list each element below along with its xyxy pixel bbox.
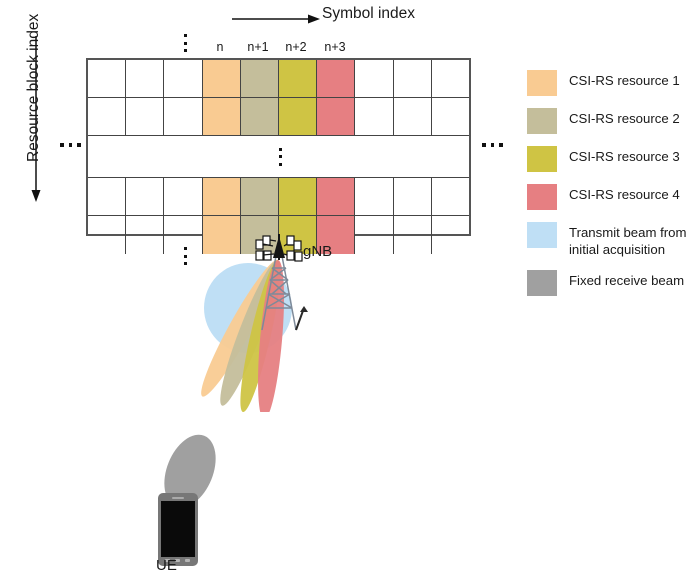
ellipsis-top [184, 34, 187, 52]
legend-item-csi-rs-4: CSI-RS resource 4 [527, 184, 699, 222]
grid-cell-empty[interactable] [432, 98, 469, 135]
grid-cell-csi-rs-3[interactable] [279, 60, 318, 97]
grid-cell-empty[interactable] [88, 60, 127, 97]
column-label-n-plus-2: n+2 [285, 40, 307, 54]
grid-cell-empty[interactable] [164, 60, 203, 97]
legend-label-csi-rs-1: CSI-RS resource 1 [569, 73, 680, 88]
grid-cell-empty[interactable] [355, 98, 394, 135]
grid-cell-csi-rs-3[interactable] [279, 98, 318, 135]
legend-swatch-csi-rs-2 [527, 108, 557, 134]
grid-cell-csi-rs-2[interactable] [240, 178, 280, 215]
grid-cell-csi-rs-4[interactable] [317, 98, 356, 135]
grid-cell-empty[interactable] [126, 178, 165, 215]
grid-cell-empty[interactable] [126, 216, 165, 254]
grid-cell-csi-rs-1[interactable] [202, 60, 241, 97]
legend-swatch-fixed-receive-beam [527, 270, 557, 296]
legend-swatch-csi-rs-3 [527, 146, 557, 172]
grid-cell-empty[interactable] [164, 178, 203, 215]
figure-canvas: Symbol index Resource block index n n+1 … [0, 0, 700, 581]
ellipsis-grid-middle [88, 136, 469, 177]
antenna-array-icon [255, 234, 303, 262]
resource-grid [86, 58, 471, 254]
column-label-n-plus-3: n+3 [324, 40, 346, 54]
grid-cell-empty[interactable] [355, 60, 394, 97]
grid-cell-empty[interactable] [164, 98, 203, 135]
grid-cell-csi-rs-3[interactable] [279, 178, 318, 215]
legend-item-csi-rs-2: CSI-RS resource 2 [527, 108, 699, 146]
ue-illustration [158, 434, 216, 566]
grid-cell-empty[interactable] [394, 60, 432, 97]
grid-cell-empty[interactable] [355, 178, 394, 215]
legend-item-csi-rs-3: CSI-RS resource 3 [527, 146, 699, 184]
grid-cell-empty[interactable] [394, 216, 432, 254]
legend-label-initial-acquisition-beam: Transmit beam from initial acquisition [569, 225, 687, 257]
grid-cell-csi-rs-4[interactable] [317, 178, 356, 215]
legend-label-csi-rs-3: CSI-RS resource 3 [569, 149, 680, 164]
table-row [88, 60, 469, 98]
resource-block-index-axis-label: Resource block index [25, 13, 42, 162]
legend-item-fixed-receive-beam: Fixed receive beam [527, 270, 699, 308]
grid-cell-empty[interactable] [432, 216, 469, 254]
gnb-label: gNB [303, 243, 333, 260]
grid-cell-csi-rs-1[interactable] [202, 178, 241, 215]
grid-cell-empty[interactable] [394, 178, 432, 215]
grid-cell-empty[interactable] [88, 216, 127, 254]
legend-label-csi-rs-4: CSI-RS resource 4 [569, 187, 680, 202]
ellipsis-left [60, 143, 81, 147]
legend-swatch-csi-rs-1 [527, 70, 557, 96]
grid-cell-csi-rs-4[interactable] [317, 60, 356, 97]
ue-label: UE [156, 557, 177, 574]
table-row-ellipsis [88, 136, 469, 178]
grid-cell-empty[interactable] [432, 60, 469, 97]
table-row [88, 98, 469, 136]
ellipsis-right [482, 143, 503, 147]
grid-cell-csi-rs-1[interactable] [202, 98, 241, 135]
smartphone-icon [158, 493, 198, 566]
resource-block-axis-group: Resource block index [25, 4, 65, 204]
grid-cell-empty[interactable] [88, 178, 127, 215]
symbol-index-arrow-icon [232, 14, 320, 24]
legend-item-csi-rs-1: CSI-RS resource 1 [527, 70, 699, 108]
grid-cell-empty[interactable] [394, 98, 432, 135]
legend-label-csi-rs-2: CSI-RS resource 2 [569, 111, 680, 126]
legend-label-fixed-receive-beam: Fixed receive beam [569, 273, 685, 288]
grid-cell-empty[interactable] [432, 178, 469, 215]
legend-item-initial-acquisition-beam: Transmit beam from initial acquisition [527, 222, 699, 270]
grid-cell-csi-rs-2[interactable] [240, 60, 280, 97]
grid-cell-csi-rs-2[interactable] [240, 98, 280, 135]
column-label-n: n [216, 40, 224, 54]
table-row [88, 178, 469, 216]
grid-cell-empty[interactable] [126, 98, 165, 135]
symbol-index-axis-label: Symbol index [322, 5, 416, 22]
legend: CSI-RS resource 1 CSI-RS resource 2 CSI-… [527, 70, 699, 308]
legend-swatch-initial-acquisition-beam [527, 222, 557, 248]
gnb-beam-illustration [201, 234, 308, 412]
column-label-n-plus-1: n+1 [247, 40, 269, 54]
grid-cell-empty[interactable] [126, 60, 165, 97]
legend-swatch-csi-rs-4 [527, 184, 557, 210]
grid-cell-empty[interactable] [88, 98, 127, 135]
